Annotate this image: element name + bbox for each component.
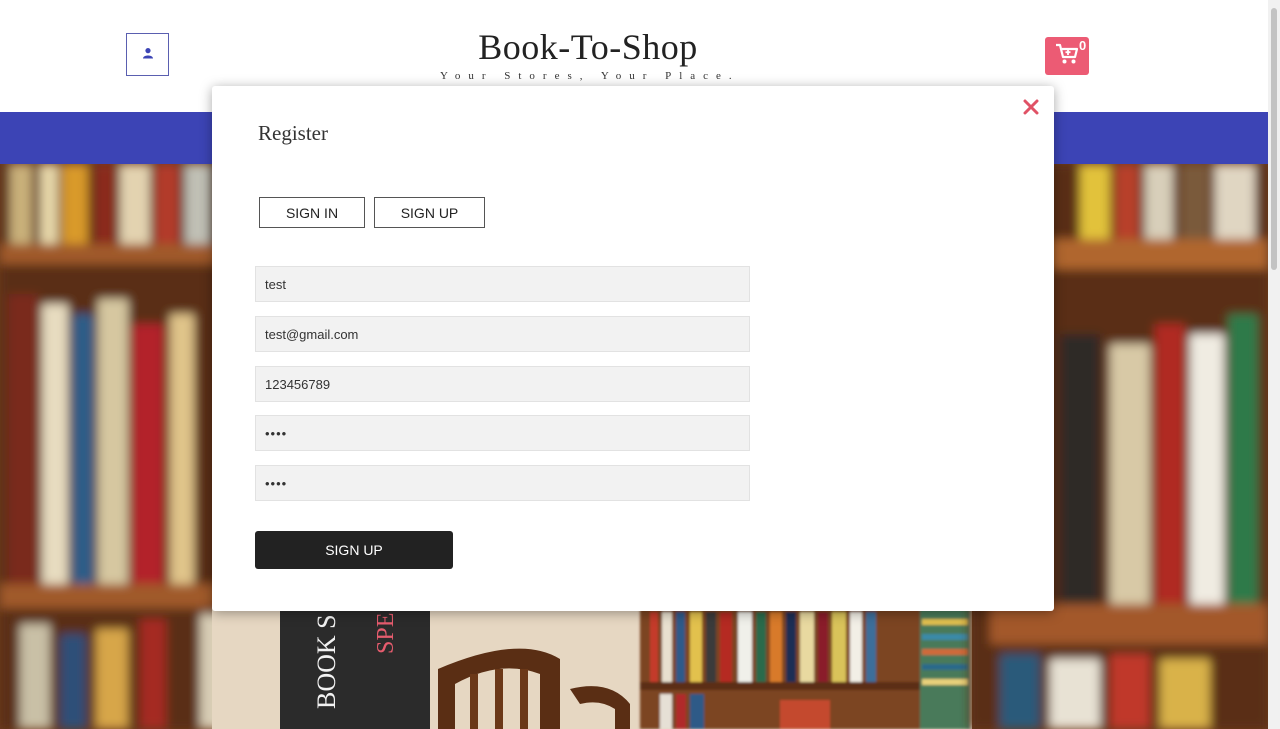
phone-field[interactable] [255, 366, 750, 402]
scrollbar-thumb[interactable] [1271, 8, 1277, 270]
brand[interactable]: Book-To-Shop Your Stores, Your Place. [440, 26, 736, 82]
tab-sign-in[interactable]: SIGN IN [259, 197, 365, 228]
confirm-password-field[interactable] [255, 465, 750, 501]
book-spine-accent: SPE [373, 613, 399, 654]
password-field[interactable] [255, 415, 750, 451]
modal-title: Register [258, 121, 328, 145]
book-spine-text: BOOK S [312, 614, 341, 709]
cart-icon [1055, 43, 1079, 70]
tab-sign-up[interactable]: SIGN UP [374, 197, 485, 228]
page-scrollbar[interactable] [1268, 0, 1280, 729]
user-icon [142, 46, 154, 64]
account-button[interactable] [126, 33, 169, 76]
email-field[interactable] [255, 316, 750, 352]
sign-up-submit-button[interactable]: SIGN UP [255, 531, 453, 569]
close-button[interactable] [1020, 98, 1042, 120]
brand-tagline: Your Stores, Your Place. [440, 70, 740, 82]
cart-count-badge: 0 [1079, 38, 1087, 53]
brand-title: Book-To-Shop [478, 27, 698, 67]
page: Book-To-Shop Your Stores, Your Place. 0 [0, 0, 1280, 729]
register-modal: Register SIGN IN SIGN UP SIGN UP [212, 86, 1054, 611]
username-field[interactable] [255, 266, 750, 302]
close-icon [1023, 99, 1039, 120]
